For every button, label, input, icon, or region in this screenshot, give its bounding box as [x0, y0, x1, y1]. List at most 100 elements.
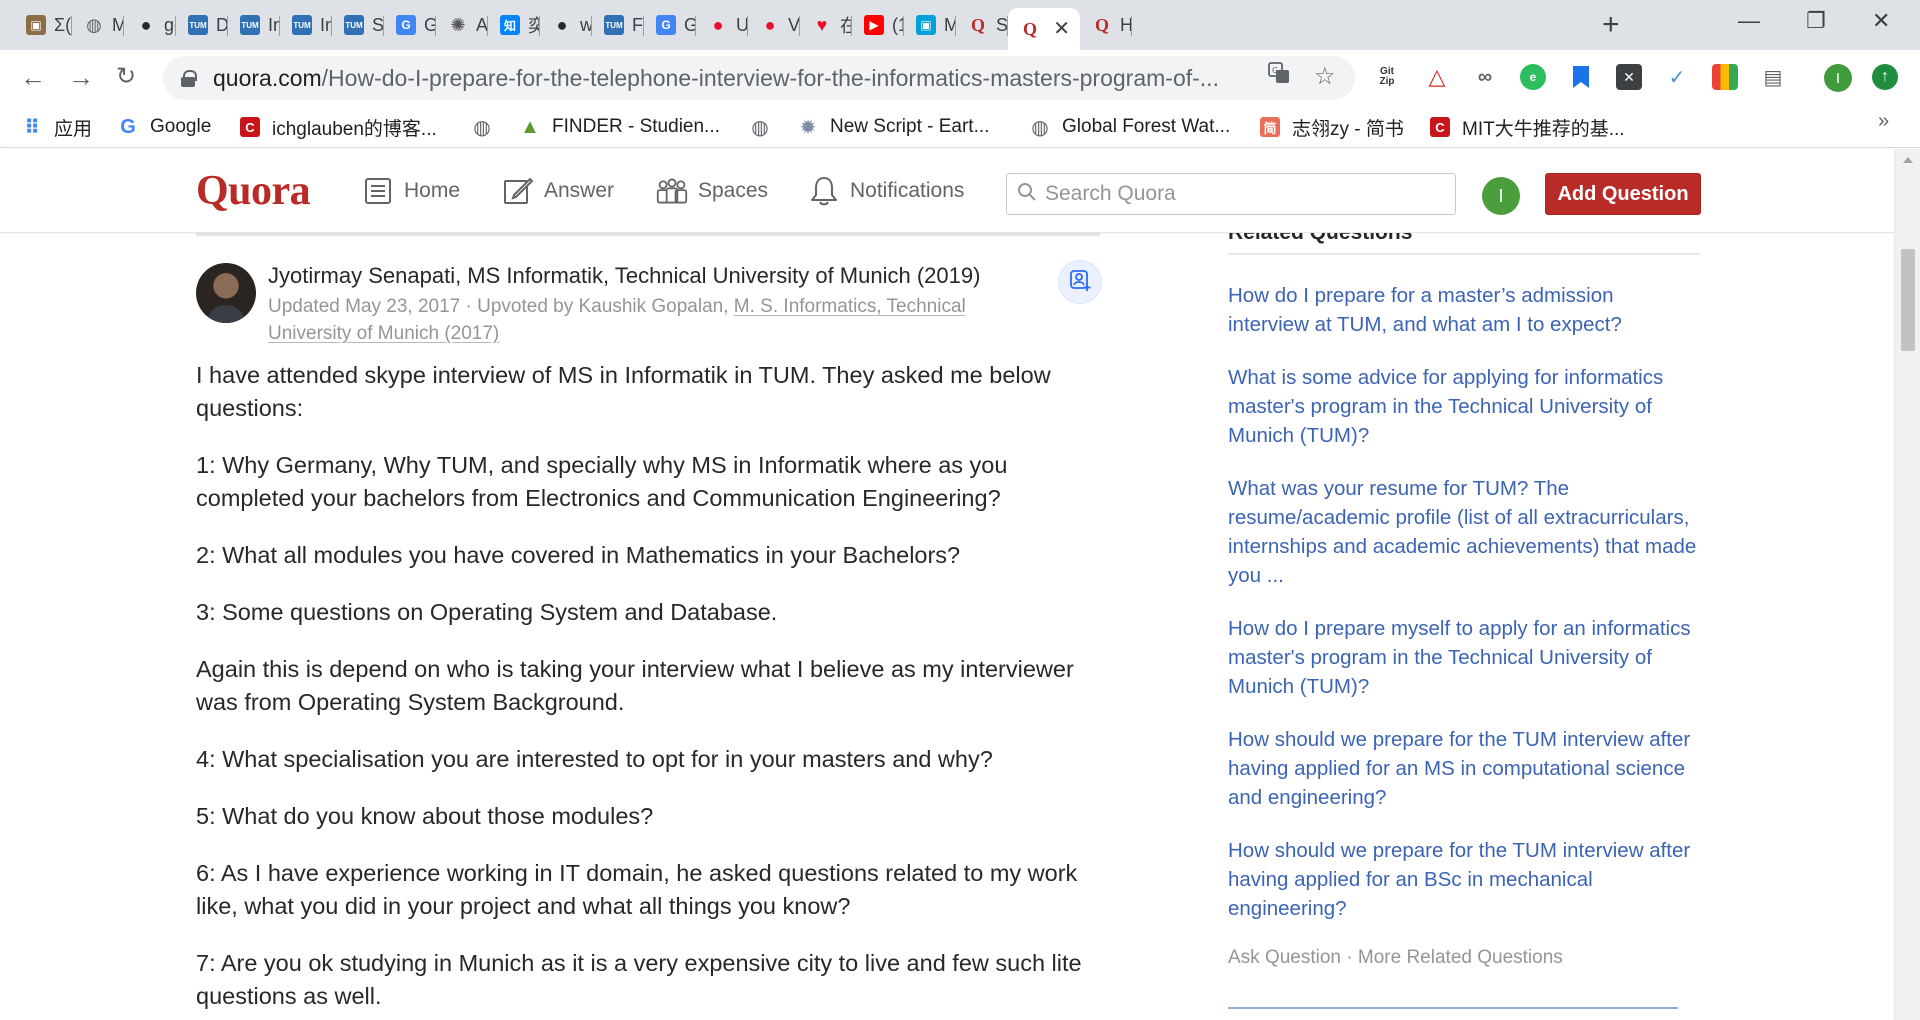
answer-paragraph: 2: What all modules you have covered in …: [196, 542, 961, 568]
bookmark-item[interactable]: ⠿ 应用: [22, 114, 92, 140]
browser-tab[interactable]: ◍ M: [72, 8, 124, 42]
browser-tab[interactable]: GG: [384, 8, 436, 42]
lock-icon: [181, 70, 197, 87]
answer-paragraph: 3: Some questions on Operating System an…: [196, 599, 778, 625]
heart-icon: ♥: [816, 14, 828, 35]
author-credential[interactable]: Jyotirmay Senapati, MS Informatik, Techn…: [268, 263, 980, 289]
answer-paragraph: 5: What do you know about those modules?: [196, 803, 654, 829]
footer-separator: ·: [1341, 947, 1358, 968]
x-extension-icon[interactable]: ✕: [1616, 64, 1642, 90]
acrobat-extension-icon[interactable]: △: [1424, 64, 1450, 90]
close-window-icon[interactable]: ✕: [1872, 8, 1890, 34]
browser-tab[interactable]: ● U: [696, 8, 748, 42]
browser-tab[interactable]: ● V: [748, 8, 800, 42]
browser-tab[interactable]: TUMSt: [332, 8, 384, 42]
youtube-icon: ▶: [864, 15, 884, 35]
browser-profile-avatar[interactable]: I: [1824, 64, 1852, 92]
search-input[interactable]: [1045, 182, 1445, 206]
quora-logo[interactable]: Quora: [196, 167, 311, 215]
translate-icon[interactable]: G: [1268, 62, 1290, 90]
quora-icon: Q: [1022, 18, 1037, 39]
screen-extension-icon[interactable]: ▤: [1760, 64, 1786, 90]
back-arrow-icon[interactable]: ←: [20, 62, 46, 92]
bell-icon: [808, 175, 840, 207]
browser-tab[interactable]: TUM In: [228, 8, 280, 42]
scrollbar-thumb[interactable]: [1901, 249, 1915, 351]
related-question-link[interactable]: How should we prepare for the TUM interv…: [1228, 836, 1700, 923]
link-extension-icon[interactable]: ∞: [1472, 64, 1498, 90]
minimize-window-icon[interactable]: —: [1738, 8, 1760, 34]
related-question-link[interactable]: What is some advice for applying for inf…: [1228, 363, 1700, 450]
follow-author-button[interactable]: [1058, 260, 1102, 304]
browser-tab[interactable]: TUM D: [176, 8, 228, 42]
bookmark-item[interactable]: 简志翎zy - 简书: [1260, 114, 1404, 140]
bookmark-item[interactable]: ◍: [750, 114, 782, 140]
browser-tab[interactable]: 知奕: [488, 8, 540, 42]
user-avatar[interactable]: I: [1482, 177, 1520, 215]
page-scrollbar[interactable]: [1894, 149, 1920, 1020]
browser-tab[interactable]: GG: [644, 8, 696, 42]
new-tab-plus-icon[interactable]: +: [1602, 10, 1620, 40]
reload-icon[interactable]: ↻: [116, 62, 136, 92]
address-bar[interactable]: quora.com /How-do-I-prepare-for-the-tele…: [163, 56, 1355, 100]
answer-meta: Updated May 23, 2017 · Upvoted by Kaushi…: [268, 293, 1008, 347]
browser-tab[interactable]: ♥ 在: [800, 8, 852, 42]
related-question-link[interactable]: How do I prepare for a master’s admissio…: [1228, 281, 1700, 339]
bookmark-star-icon[interactable]: ☆: [1314, 62, 1336, 91]
nav-answer-label: Answer: [544, 179, 615, 202]
answer-paragraph: 4: What specialisation you are intereste…: [196, 746, 993, 772]
globe-icon: ◍: [86, 14, 102, 35]
bookmark-item[interactable]: ▲ FINDER - Studien...: [520, 114, 720, 140]
author-avatar[interactable]: [196, 263, 256, 323]
bookmark-item[interactable]: ✹ New Script - Eart...: [798, 114, 990, 140]
browser-tab[interactable]: ●gc: [124, 8, 176, 42]
browser-tab[interactable]: ▣ M: [904, 8, 956, 42]
nav-notifications[interactable]: Notifications: [808, 173, 964, 209]
bookmark-item[interactable]: ◍: [472, 114, 504, 140]
browser-tab[interactable]: TUMFa: [592, 8, 644, 42]
nav-spaces[interactable]: Spaces: [656, 173, 768, 209]
bookmarks-overflow-icon[interactable]: »: [1878, 110, 1889, 133]
bookmark-label: 应用: [54, 118, 93, 140]
browser-tab[interactable]: ▣ Σ(: [14, 8, 72, 42]
bookmark-extension-icon[interactable]: [1568, 64, 1594, 90]
nav-spaces-label: Spaces: [698, 179, 769, 202]
forward-arrow-icon[interactable]: →: [68, 62, 94, 92]
browser-tab[interactable]: QSe: [956, 8, 1008, 42]
translate-icon: G: [656, 15, 676, 35]
related-question-link[interactable]: What was your resume for TUM? The resume…: [1228, 474, 1700, 590]
browser-tab[interactable]: TUM In: [280, 8, 332, 42]
bookmark-item[interactable]: G Google: [118, 114, 211, 140]
browser-tab[interactable]: ▶ (1: [852, 8, 904, 42]
browser-toolbar: ← → ↻ quora.com /How-do-I-prepare-for-th…: [0, 50, 1920, 106]
bird-extension-icon[interactable]: ✓: [1664, 64, 1690, 90]
globe-icon: ◍: [473, 116, 491, 139]
scroll-up-arrow-icon[interactable]: [1903, 157, 1913, 163]
bookmark-item[interactable]: C MIT大牛推荐的基...: [1430, 114, 1625, 140]
related-question-link[interactable]: How should we prepare for the TUM interv…: [1228, 725, 1700, 812]
tab-close-icon[interactable]: ✕: [1053, 16, 1070, 41]
nav-answer[interactable]: Answer: [502, 173, 614, 209]
search-box[interactable]: [1006, 173, 1456, 215]
restore-window-icon[interactable]: ❐: [1806, 8, 1826, 34]
update-arrow-icon[interactable]: ↑: [1872, 64, 1898, 90]
colors-extension-icon[interactable]: [1712, 64, 1738, 90]
more-related-questions-link[interactable]: More Related Questions: [1358, 947, 1563, 968]
browser-tab[interactable]: ✺A|: [436, 8, 488, 42]
related-question-link[interactable]: How do I prepare myself to apply for an …: [1228, 614, 1700, 701]
browser-tab[interactable]: ● w: [540, 8, 592, 42]
bookmark-label: ichglauben的博客...: [272, 118, 437, 140]
quora-header: Quora Home Answer Spaces Notifications I…: [0, 149, 1894, 233]
evernote-extension-icon[interactable]: e: [1520, 64, 1546, 90]
nav-home[interactable]: Home: [362, 173, 460, 209]
add-question-button[interactable]: Add Question: [1545, 173, 1701, 215]
seal-icon: ✺: [450, 14, 466, 35]
bookmark-item[interactable]: Cichglauben的博客...: [240, 114, 437, 140]
ask-question-link[interactable]: Ask Question: [1228, 947, 1341, 968]
bookmark-item[interactable]: ◍ Global Forest Wat...: [1030, 114, 1230, 140]
bookmark-label: Google: [150, 116, 212, 137]
gitzip-extension-icon[interactable]: Git Zip: [1374, 64, 1400, 90]
browser-tab[interactable]: QH: [1080, 8, 1132, 42]
tum-icon: TUM: [604, 15, 624, 35]
browser-tab-active[interactable]: Q ✕: [1008, 8, 1080, 50]
